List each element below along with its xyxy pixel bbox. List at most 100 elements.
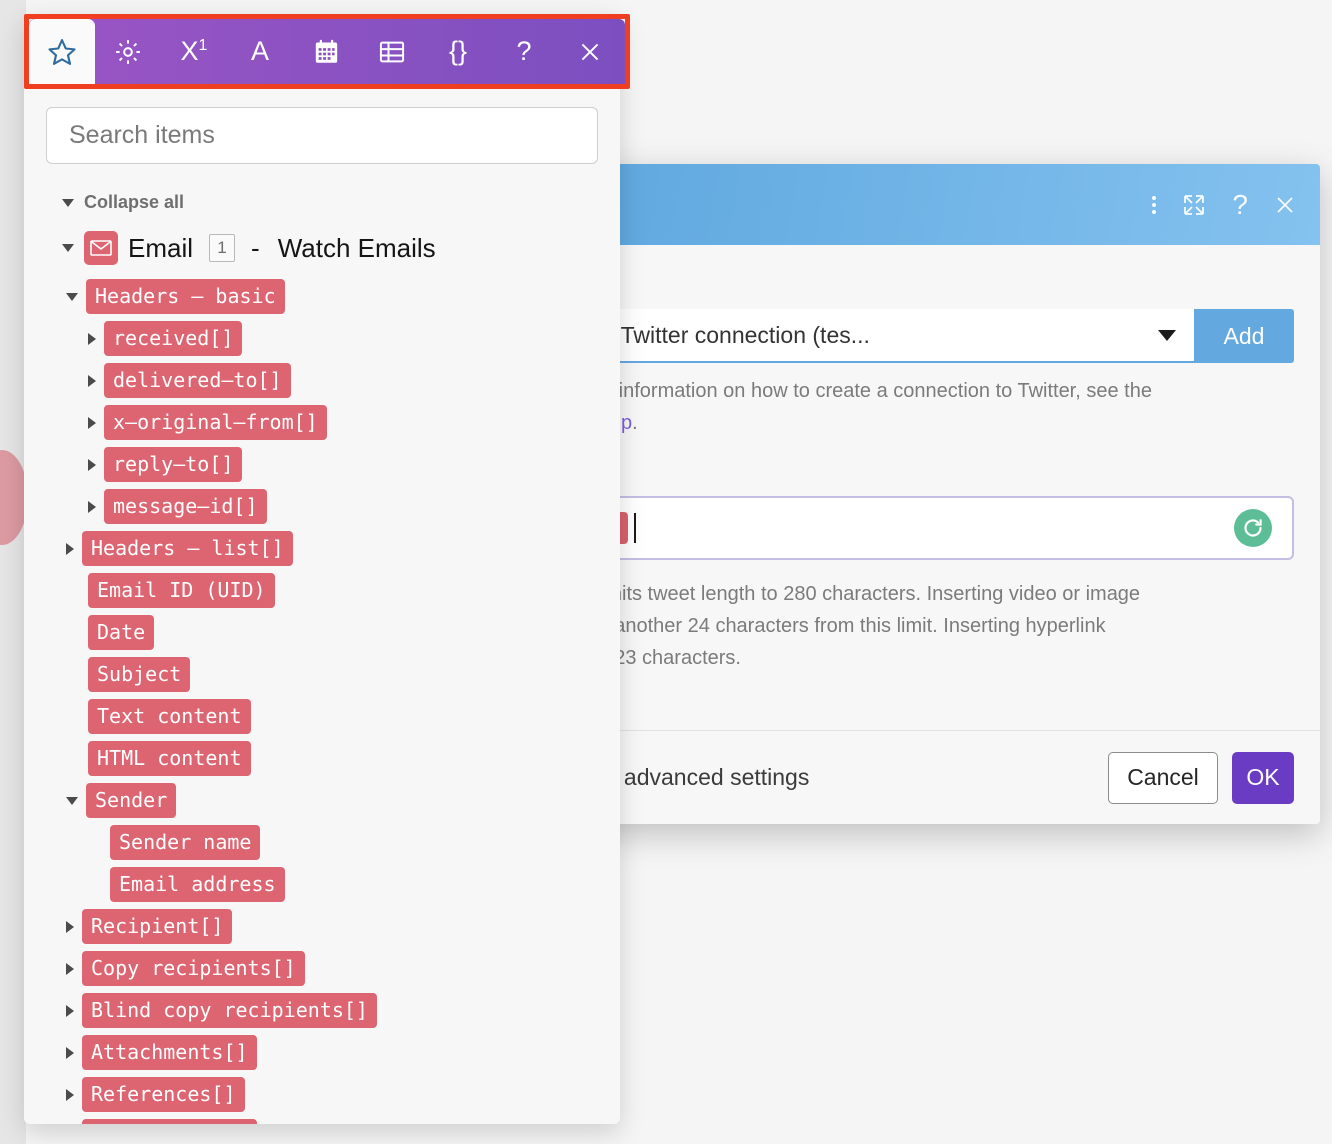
tree-item-pill[interactable]: received[] [104, 321, 243, 356]
tree-item-pill[interactable]: reply—to[] [104, 447, 243, 482]
picker-toolbar: X1 A {}? [29, 19, 625, 84]
add-connection-button[interactable]: Add [1194, 309, 1294, 363]
tree-row[interactable]: Sender name [88, 825, 598, 860]
refresh-icon[interactable] [1234, 509, 1272, 547]
tree-item-pill[interactable]: Text content [88, 699, 251, 734]
tab-settings[interactable] [95, 19, 161, 84]
close-icon[interactable] [1274, 194, 1296, 216]
tree-item-pill[interactable]: Attachments[] [82, 1035, 257, 1070]
chevron-right-icon[interactable] [88, 374, 96, 387]
collapse-all-toggle[interactable]: Collapse all [62, 192, 598, 213]
text-a-icon: A [250, 36, 269, 66]
chevron-right-icon[interactable] [88, 332, 96, 345]
tab-close[interactable] [557, 19, 623, 84]
tree-row[interactable]: x—original—from[] [88, 405, 598, 440]
tree-row[interactable]: Recipient[] [66, 909, 598, 944]
tree-row[interactable]: Headers — basic [66, 279, 598, 314]
tree-item-pill[interactable]: Blind copy recipients[] [82, 993, 377, 1028]
chevron-down-icon[interactable] [62, 244, 74, 252]
more-options-icon[interactable] [1152, 195, 1157, 214]
module-separator: - [251, 232, 260, 263]
tree-row[interactable]: Sender [66, 783, 598, 818]
tree-item-pill[interactable]: Sender [86, 783, 177, 818]
tab-text[interactable]: A [227, 19, 293, 84]
ok-button[interactable]: OK [1232, 751, 1294, 804]
tree-item-pill[interactable]: Copy recipients[] [82, 951, 305, 986]
app-root: Twitter ? [0, 0, 1332, 1144]
tree-row[interactable]: Blind copy recipients[] [66, 993, 598, 1028]
chevron-right-icon[interactable] [66, 1046, 74, 1059]
chevron-right-icon[interactable] [66, 920, 74, 933]
connection-hint-text: For more information on how to create a … [532, 375, 1180, 439]
tree-item-pill[interactable]: delivered—to[] [104, 363, 291, 398]
tree-row[interactable]: In—Reply—To[] [66, 1119, 598, 1124]
chevron-right-icon[interactable] [66, 962, 74, 975]
tree-item-pill[interactable]: Headers — basic [86, 279, 285, 314]
tab-variables[interactable]: X1 [161, 19, 227, 84]
tree-row[interactable]: reply—to[] [88, 447, 598, 482]
tree-item-pill[interactable]: HTML content [88, 741, 251, 776]
chevron-down-icon[interactable] [66, 292, 78, 301]
tab-json[interactable]: {} [425, 19, 491, 84]
tree-item-pill[interactable]: message—id[] [104, 489, 267, 524]
module-action: Watch Emails [277, 232, 436, 263]
chevron-right-icon[interactable] [88, 500, 96, 513]
tree-item-pill[interactable]: Headers — list[] [82, 531, 293, 566]
tree-item-pill[interactable]: x—original—from[] [104, 405, 327, 440]
email-icon [84, 231, 118, 265]
items-tree: Headers — basic received[] delivered—to[] x… [66, 279, 598, 1124]
tree-item-pill[interactable]: Date [88, 615, 155, 650]
tab-date[interactable] [293, 19, 359, 84]
module-header-row[interactable]: Email 1 - Watch Emails [62, 231, 598, 265]
panel-content: Collapse all Email 1 - Watch Emails Head… [24, 79, 620, 1124]
chevron-right-icon[interactable] [66, 1004, 74, 1017]
text-cursor [633, 513, 636, 543]
help-icon[interactable]: ? [1232, 190, 1248, 219]
connection-select-value: My Twitter connection (tes... [584, 321, 870, 348]
connection-select[interactable]: My Twitter connection (tes... [566, 309, 1194, 363]
tree-row[interactable]: delivered—to[] [88, 363, 598, 398]
tree-row[interactable]: Text content [66, 699, 598, 734]
tree-item-pill[interactable]: Email ID (UID) [88, 573, 275, 608]
tree-row[interactable]: Email ID (UID) [66, 573, 598, 608]
tab-favorites[interactable] [29, 19, 95, 84]
tree-item-pill[interactable]: Sender name [110, 825, 261, 860]
chevron-right-icon[interactable] [88, 416, 96, 429]
tree-item-pill[interactable]: References[] [82, 1077, 245, 1112]
tree-item-pill[interactable]: In—Reply—To[] [82, 1119, 257, 1124]
star-icon [47, 37, 77, 67]
tab-table[interactable] [359, 19, 425, 84]
tree-item-pill[interactable]: Recipient[] [82, 909, 233, 944]
tree-item-pill[interactable]: Subject [88, 657, 191, 692]
tree-row[interactable]: Copy recipients[] [66, 951, 598, 986]
dialog-header-actions: ? [1152, 190, 1296, 219]
search-input[interactable] [46, 107, 598, 164]
tree-row[interactable]: Subject [66, 657, 598, 692]
chevron-right-icon[interactable] [66, 542, 74, 555]
module-number-badge: 1 [209, 234, 236, 262]
tree-row[interactable]: Email address [88, 867, 598, 902]
calendar-icon [313, 38, 340, 65]
tree-row[interactable]: received[] [88, 321, 598, 356]
chevron-right-icon[interactable] [66, 1088, 74, 1101]
cancel-button[interactable]: Cancel [1108, 751, 1218, 804]
tree-row[interactable]: Attachments[] [66, 1035, 598, 1070]
tree-row[interactable]: References[] [66, 1077, 598, 1112]
tree-row[interactable]: Date [66, 615, 598, 650]
tree-row[interactable]: Headers — list[] [66, 531, 598, 566]
tree-item-pill[interactable]: Email address [110, 867, 285, 902]
tree-row[interactable]: message—id[] [88, 489, 598, 524]
items-picker-panel: Collapse all Email 1 - Watch Emails Head… [24, 14, 620, 1124]
expand-icon[interactable] [1182, 193, 1206, 217]
chevron-down-icon[interactable] [66, 796, 78, 805]
chevron-right-icon[interactable] [88, 458, 96, 471]
tab-help[interactable]: ? [491, 19, 557, 84]
tree-row[interactable]: HTML content [66, 741, 598, 776]
